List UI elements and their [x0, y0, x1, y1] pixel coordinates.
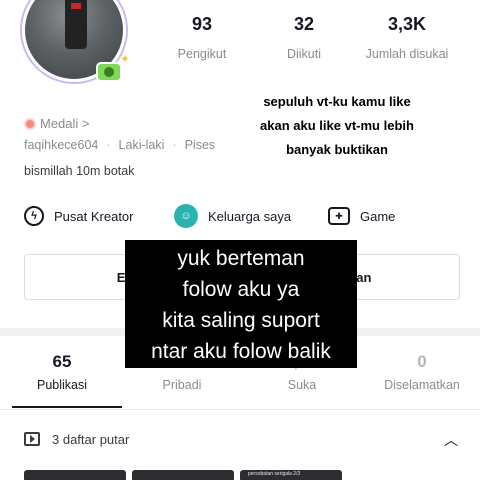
followers-count: 93 [191, 14, 213, 34]
followers-stat[interactable]: 93 Pengikut [147, 14, 257, 61]
zodiac: Pises [184, 138, 216, 152]
family-link[interactable]: ☺ Keluarga saya [174, 204, 292, 228]
username: faqihkece604 [24, 138, 99, 152]
creator-center-label: Pusat Kreator [54, 208, 134, 224]
game-link[interactable]: ✚ Game [328, 205, 395, 227]
overlay-line: ntar aku folow balik [151, 340, 331, 363]
avatar-decoration-camera-icon: ✦ [90, 52, 130, 86]
tab-label: Publikasi [36, 378, 88, 392]
overlay-line: folow aku ya [182, 278, 300, 301]
likes-count: 3,3K [387, 14, 427, 34]
likes-label: Jumlah disukai [365, 47, 449, 61]
separator: · [172, 138, 177, 152]
tab-count: 65 [52, 352, 72, 371]
caption-line: banyak buktikan [286, 142, 388, 157]
tab-count: 0 [417, 352, 427, 371]
avatar-detail [71, 3, 81, 9]
chevron-up-icon[interactable]: ︿ [444, 430, 458, 450]
likes-stat[interactable]: 3,3K Jumlah disukai [352, 14, 462, 61]
tab-publikasi[interactable]: 65 Publikasi [2, 352, 122, 392]
family-label: Keluarga saya [208, 208, 292, 224]
medal-link[interactable]: Medali > [24, 116, 90, 131]
video-caption-text: sepuluh vt-ku kamu like akan aku like vt… [232, 90, 442, 162]
separator: · [106, 138, 111, 152]
game-label: Game [360, 208, 396, 224]
followers-label: Pengikut [177, 47, 227, 61]
medal-icon [24, 117, 36, 130]
lightning-icon: ϟ [24, 206, 44, 226]
profile-meta: faqihkece604 · Laki-laki · Pises [24, 138, 215, 152]
game-controller-icon: ✚ [328, 207, 350, 225]
playlist-row[interactable]: 3 daftar putar ︿ [24, 428, 460, 450]
overlay-line: yuk berteman [177, 247, 305, 270]
tab-diselamatkan[interactable]: 0 Diselamatkan [362, 352, 480, 392]
profile-avatar[interactable]: ✦ [22, 0, 130, 86]
tab-label: Pribadi [162, 378, 202, 392]
following-label: Diikuti [286, 47, 322, 61]
tab-label: Diselamatkan [384, 378, 460, 392]
tabs-border [0, 409, 480, 410]
caption-line: akan aku like vt-mu lebih [260, 118, 414, 133]
overlay-line: kita saling suport [162, 309, 320, 332]
thumbnail-text: persobatan serigala 2/3 [248, 471, 301, 477]
playlist-thumbnail[interactable] [24, 470, 126, 480]
profile-bio: bismillah 10m botak [24, 164, 135, 178]
overlay-caption: yuk berteman folow aku ya kita saling su… [125, 240, 357, 368]
family-avatar-icon: ☺ [174, 204, 198, 228]
medal-label: Medali > [40, 116, 90, 131]
playlist-thumbnail[interactable]: persobatan serigala 2/3 [240, 470, 342, 480]
playlist-label: 3 daftar putar [52, 431, 130, 447]
playlist-thumbnails: persobatan serigala 2/3 [24, 470, 480, 480]
playlist-icon [24, 432, 40, 446]
active-tab-indicator [12, 406, 122, 408]
gender: Laki-laki [118, 138, 165, 152]
tab-label: Suka [287, 378, 317, 392]
following-stat[interactable]: 32 Diikuti [249, 14, 359, 61]
creator-center-link[interactable]: ϟ Pusat Kreator [24, 205, 134, 227]
following-count: 32 [293, 14, 315, 34]
playlist-thumbnail[interactable] [132, 470, 234, 480]
caption-line: sepuluh vt-ku kamu like [263, 94, 411, 109]
